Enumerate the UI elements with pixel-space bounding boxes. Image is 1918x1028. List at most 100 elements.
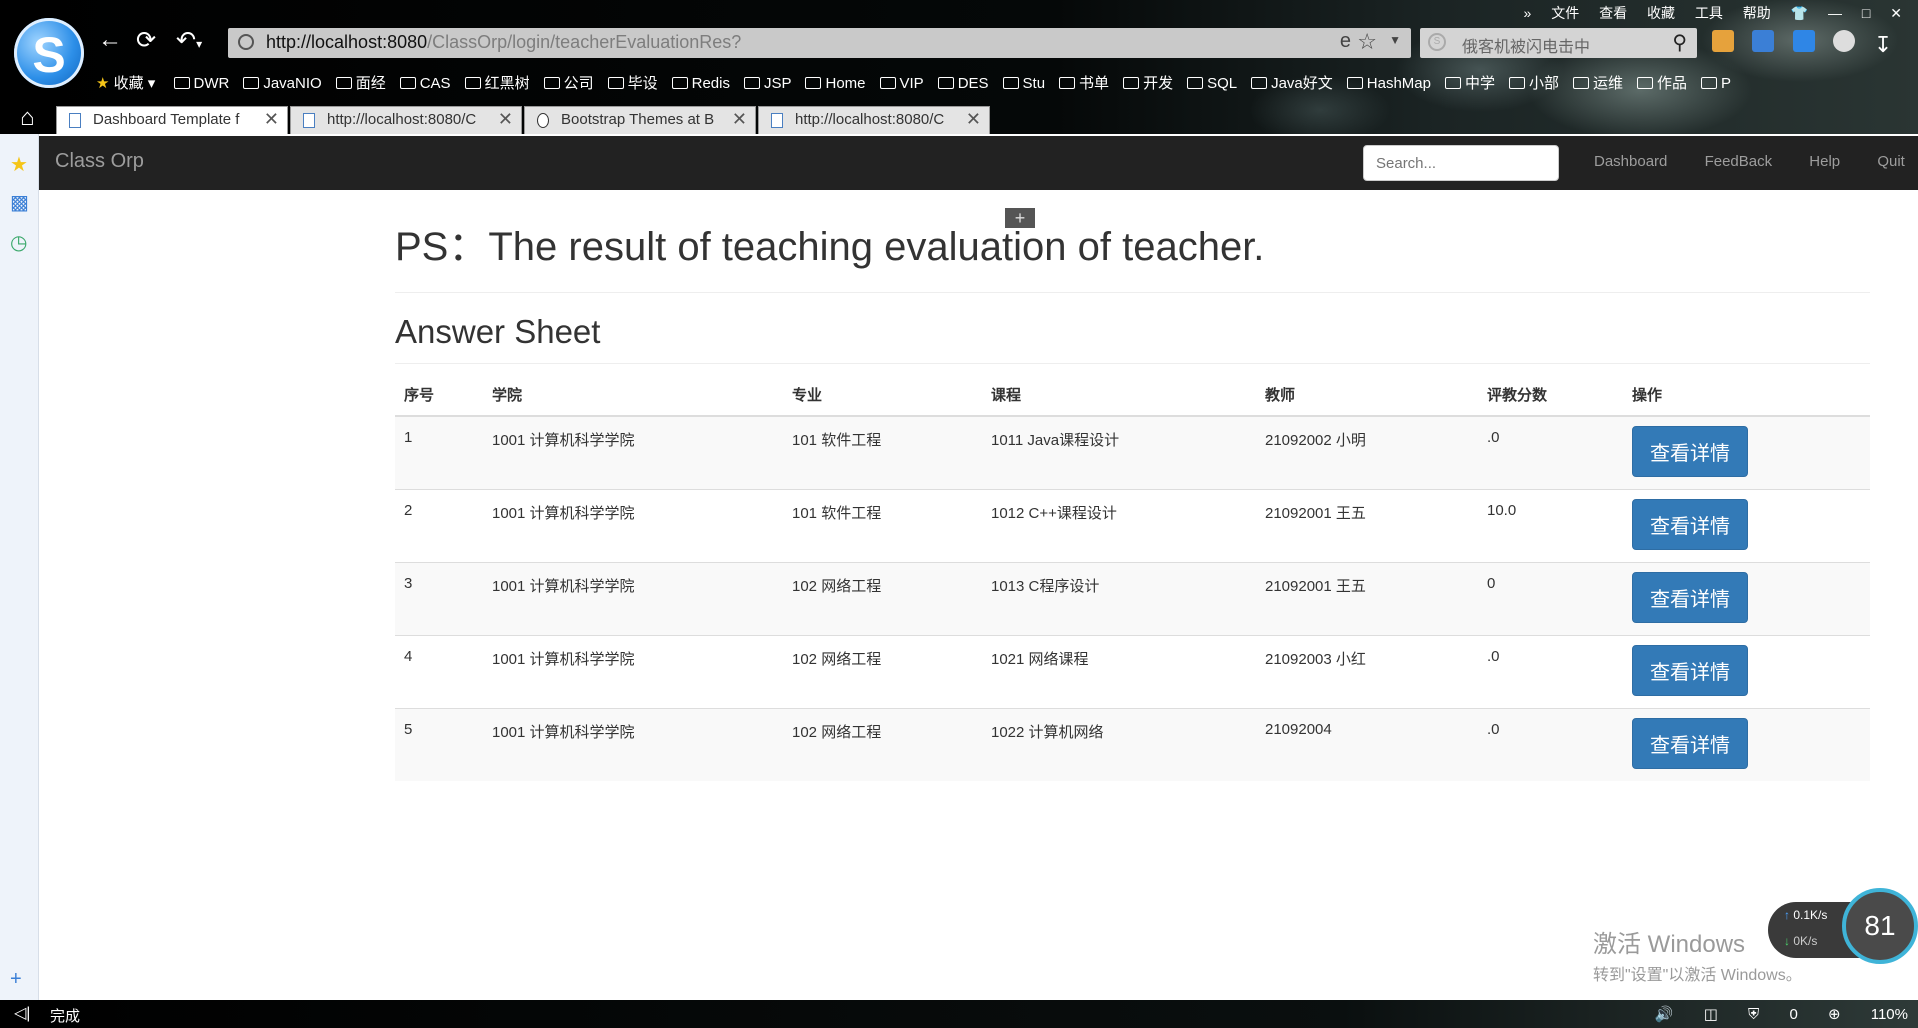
bookmark-label: Home — [825, 75, 866, 92]
favorite-star-icon[interactable]: ☆ — [1357, 29, 1377, 55]
status-bar: ◁| 完成 🔊 ◫ ⛨ 0 ⊕ 110% — [0, 1000, 1918, 1028]
tab-label: Dashboard Template f — [93, 111, 240, 128]
download-icon[interactable]: ↧ — [1874, 32, 1896, 57]
nav-link-help[interactable]: Help — [1809, 153, 1840, 170]
folder-icon — [1002, 77, 1019, 89]
chevron-down-icon[interactable]: ▼ — [1389, 33, 1401, 47]
minimize-icon[interactable]: — — [1828, 5, 1842, 21]
bookmark-folder[interactable]: Java好文 — [1251, 72, 1333, 93]
nav-link-feedback[interactable]: FeedBack — [1705, 153, 1773, 170]
menu-view[interactable]: 查看 — [1599, 5, 1627, 21]
bookmark-folder[interactable]: CAS — [399, 75, 451, 92]
table-row: 4 1001 计算机科学学院 102 网络工程 1021 网络课程 21092003 小… — [395, 635, 1870, 709]
menu-favorites[interactable]: 收藏 — [1647, 5, 1675, 21]
nav-link-quit[interactable]: Quit — [1877, 153, 1905, 170]
folder-icon — [173, 77, 190, 89]
bookmark-folder[interactable]: SQL — [1187, 75, 1237, 92]
history-clock-icon[interactable]: ◷ — [10, 230, 27, 255]
close-icon[interactable]: ✕ — [732, 109, 747, 130]
bookmark-folder[interactable]: 运维 — [1573, 72, 1623, 93]
bookmark-folder[interactable]: JSP — [743, 75, 791, 92]
bookmark-folder[interactable]: 小部 — [1509, 72, 1559, 93]
menu-help[interactable]: 帮助 — [1743, 5, 1771, 21]
close-icon[interactable]: ✕ — [264, 109, 279, 130]
page-title: PS：The result of teaching evaluation of … — [395, 190, 1870, 293]
extension-icon[interactable] — [1712, 30, 1734, 52]
view-details-button[interactable]: 查看详情 — [1632, 718, 1748, 769]
menu-tools[interactable]: 工具 — [1695, 5, 1723, 21]
reading-list-icon[interactable]: ▩ — [10, 190, 29, 215]
bookmark-folder[interactable]: 红黑树 — [464, 72, 530, 93]
browser-logo-icon[interactable]: S — [14, 18, 84, 88]
volume-icon[interactable]: 🔊 — [1655, 1006, 1674, 1023]
close-icon[interactable]: ✕ — [498, 109, 513, 130]
ie-mode-icon[interactable]: e — [1340, 30, 1351, 53]
status-right: 🔊 ◫ ⛨ 0 ⊕ 110% — [1629, 1005, 1908, 1023]
browser-search-placeholder: 俄客机被闪电击中 — [1462, 39, 1591, 56]
folder-icon — [335, 77, 352, 89]
bookmark-folder[interactable]: HashMap — [1346, 75, 1431, 92]
folder-icon — [607, 77, 624, 89]
more-icon[interactable] — [1833, 30, 1856, 52]
reload-icon[interactable]: ⟳ — [136, 26, 156, 55]
bookmark-folder[interactable]: Redis — [671, 75, 730, 92]
col-header-major: 专业 — [783, 372, 982, 417]
add-panel-icon[interactable]: + — [10, 968, 22, 991]
menu-expand-icon[interactable]: » — [1524, 5, 1532, 21]
bookmark-label: SQL — [1207, 75, 1238, 92]
view-details-button[interactable]: 查看详情 — [1632, 426, 1748, 477]
adblock-icon[interactable]: ⛨ 0 — [1748, 1006, 1798, 1023]
address-bar[interactable]: http://localhost:8080/ClassOrp/login/tea… — [228, 28, 1411, 58]
bookmark-favorites[interactable]: ★ 收藏 ▾ — [96, 72, 155, 93]
cell-teacher: 21092003 小红 — [1256, 635, 1478, 709]
bookmark-folder[interactable]: 作品 — [1637, 72, 1687, 93]
table-row: 2 1001 计算机科学学院 101 软件工程 1012 C++课程设计 2109200… — [395, 489, 1870, 563]
bookmark-folder[interactable]: 公司 — [543, 72, 594, 93]
folder-icon — [1059, 77, 1076, 89]
tab-localhost-1[interactable]: http://localhost:8080/C ✕ — [290, 106, 522, 134]
maximize-icon[interactable]: □ — [1862, 5, 1870, 21]
bookmark-folder[interactable]: 开发 — [1123, 72, 1173, 93]
favorites-star-icon[interactable]: ★ — [10, 152, 28, 177]
search-input[interactable] — [1363, 145, 1559, 181]
close-window-icon[interactable]: ✕ — [1890, 5, 1902, 21]
bookmark-folder[interactable]: 中学 — [1444, 72, 1495, 93]
cell-action: 查看详情 — [1623, 708, 1870, 781]
bookmark-folder[interactable]: 书单 — [1059, 72, 1109, 93]
close-icon[interactable]: ✕ — [966, 109, 981, 130]
tab-localhost-2[interactable]: http://localhost:8080/C ✕ — [758, 106, 990, 134]
address-text[interactable]: http://localhost:8080/ClassOrp/login/tea… — [266, 32, 741, 53]
bookmark-folder[interactable]: Stu — [1002, 75, 1045, 92]
bookmark-folder[interactable]: Home — [805, 75, 866, 92]
search-icon[interactable]: ⚲ — [1672, 30, 1687, 55]
bookmark-folder[interactable]: VIP — [879, 75, 924, 92]
menu-file[interactable]: 文件 — [1551, 5, 1579, 21]
accelerator-icon[interactable] — [1752, 30, 1775, 52]
view-details-button[interactable]: 查看详情 — [1632, 499, 1748, 550]
view-details-button[interactable]: 查看详情 — [1632, 572, 1748, 623]
tab-bootstrap-themes[interactable]: Bootstrap Themes at B ✕ — [524, 106, 756, 134]
memory-gauge[interactable]: 81 — [1842, 888, 1918, 964]
bookmark-folder[interactable]: JavaNIO — [243, 75, 322, 92]
undo-icon[interactable]: ↶▾ — [176, 26, 202, 55]
folder-icon — [1187, 77, 1204, 89]
cell-index: 5 — [395, 708, 483, 781]
tools-icon[interactable]: ◫ — [1704, 1006, 1718, 1023]
nav-link-dashboard[interactable]: Dashboard — [1594, 153, 1667, 170]
zoom-icon[interactable]: ⊕ 110% — [1828, 1006, 1908, 1023]
bookmark-folder[interactable]: 面经 — [335, 72, 386, 93]
bookmark-folder[interactable]: P — [1701, 75, 1731, 92]
brand-logo[interactable]: Class Orp — [55, 150, 144, 173]
cell-college: 1001 计算机科学学院 — [483, 635, 783, 709]
browser-search-box[interactable]: S 俄客机被闪电击中 ⚲ — [1420, 28, 1697, 58]
sidebar-toggle-icon[interactable]: ◁| — [14, 1003, 30, 1023]
back-icon[interactable]: ← — [98, 26, 122, 54]
tab-dashboard[interactable]: Dashboard Template f ✕ — [56, 106, 288, 134]
bookmark-folder[interactable]: DWR — [173, 75, 229, 92]
shield-icon[interactable] — [1792, 30, 1815, 52]
bookmark-label: 开发 — [1143, 75, 1174, 92]
bookmark-folder[interactable]: DES — [937, 75, 989, 92]
view-details-button[interactable]: 查看详情 — [1632, 645, 1748, 696]
bookmark-folder[interactable]: 毕设 — [607, 72, 658, 93]
skin-icon[interactable]: 👕 — [1791, 5, 1808, 21]
